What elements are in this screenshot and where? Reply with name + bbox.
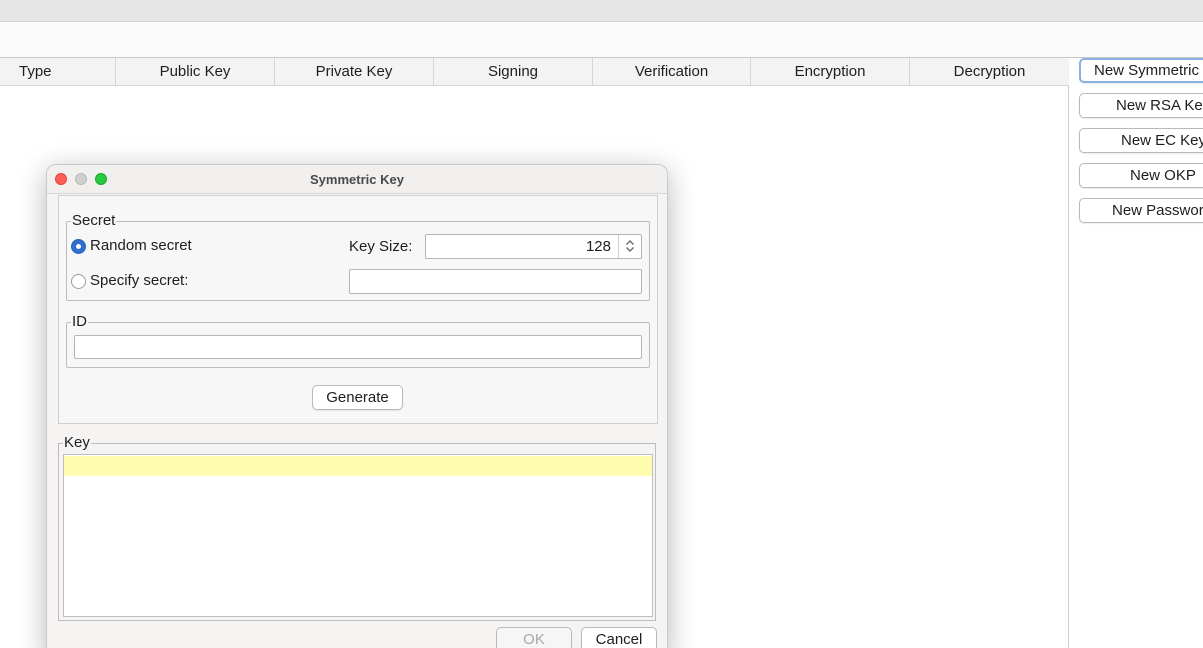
specify-secret-radio[interactable] — [71, 274, 86, 289]
key-current-line — [64, 456, 652, 476]
key-group: Key — [58, 434, 656, 621]
column-header-public-key[interactable]: Public Key — [116, 58, 275, 86]
new-symmetric-button[interactable]: New Symmetric — [1079, 58, 1203, 83]
id-group: ID — [66, 313, 650, 368]
column-header-decryption[interactable]: Decryption — [910, 58, 1069, 86]
column-header-verification[interactable]: Verification — [593, 58, 751, 86]
window-titlebar — [0, 0, 1203, 22]
specify-secret-input[interactable] — [349, 269, 642, 294]
settings-panel: Secret Random secret Key Size: 128 Speci… — [58, 195, 658, 424]
stepper-arrows-icon — [626, 240, 634, 252]
id-input[interactable] — [74, 335, 642, 359]
table-header: Type Public Key Private Key Signing Veri… — [0, 58, 1069, 86]
key-group-label: Key — [63, 434, 91, 452]
column-header-encryption[interactable]: Encryption — [751, 58, 910, 86]
key-size-value[interactable]: 128 — [586, 235, 611, 258]
secret-group-label: Secret — [71, 212, 117, 230]
new-password-button[interactable]: New Password — [1079, 198, 1203, 223]
random-secret-radio[interactable] — [71, 239, 86, 254]
column-header-type[interactable]: Type — [0, 58, 116, 86]
new-rsa-key-button[interactable]: New RSA Key — [1079, 93, 1203, 118]
dialog-title: Symmetric Key — [310, 172, 404, 187]
ok-button[interactable]: OK — [496, 627, 572, 648]
column-header-signing[interactable]: Signing — [434, 58, 593, 86]
window-toolbar — [0, 22, 1203, 58]
secret-group: Secret Random secret Key Size: 128 Speci… — [66, 212, 650, 301]
key-size-stepper[interactable] — [618, 235, 641, 258]
id-group-label: ID — [71, 313, 88, 331]
cancel-button[interactable]: Cancel — [581, 627, 657, 648]
new-okp-button[interactable]: New OKP — [1079, 163, 1203, 188]
symmetric-key-dialog: Symmetric Key Secret Random secret Key S… — [46, 164, 668, 648]
column-header-private-key[interactable]: Private Key — [275, 58, 434, 86]
key-size-label: Key Size: — [349, 238, 413, 255]
dialog-titlebar[interactable]: Symmetric Key — [47, 165, 667, 194]
specify-secret-label[interactable]: Specify secret: — [90, 272, 188, 290]
new-ec-key-button[interactable]: New EC Key — [1079, 128, 1203, 153]
key-size-spinbox[interactable]: 128 — [425, 234, 642, 259]
generate-button[interactable]: Generate — [312, 385, 403, 410]
random-secret-label[interactable]: Random secret — [90, 237, 192, 255]
key-textarea[interactable] — [63, 454, 653, 617]
